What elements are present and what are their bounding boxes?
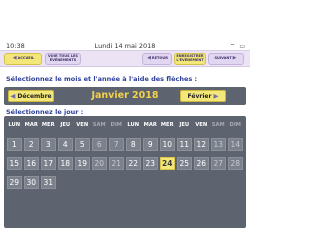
day-cell[interactable]: 23 [142, 157, 158, 170]
day-cell[interactable]: 7 [108, 138, 124, 151]
day-cell[interactable]: 8 [125, 138, 141, 151]
weekday-header: MAR [143, 122, 157, 129]
month-selector: ◀ Décembre Janvier 2018 Février ▶ [4, 87, 246, 105]
view-all-events-button[interactable]: VOIR TOUS LES ÉVÉNEMENTS [45, 53, 81, 65]
status-bar: 10:38 Lundi 14 mai 2018 ⌔ ▭ [0, 41, 250, 51]
day-calendar-grid: LUN MAR MER JEU VEN SAM DIM LUN MAR MER JEU VEN SAM D… [4, 116, 246, 228]
day-cell[interactable]: 3 [40, 138, 56, 151]
day-cell[interactable]: 12 [193, 138, 209, 151]
home-button-label: ACCUEIL [17, 56, 35, 61]
day-cell[interactable]: 28 [227, 157, 243, 170]
weekday-header: JEU [179, 122, 190, 129]
wifi-battery-icon: ⌔ ▭ [229, 43, 246, 50]
day-cell[interactable]: 25 [176, 157, 192, 170]
weekday-header: MAR [24, 122, 38, 129]
day-cell[interactable]: 21 [108, 157, 124, 170]
weekday-header: LUN [8, 122, 21, 129]
day-cell[interactable]: 20 [91, 157, 107, 170]
day-cell[interactable]: 9 [142, 138, 158, 151]
next-arrow-icon: ▶ [232, 55, 237, 62]
weekday-header: VEN [76, 122, 89, 129]
status-date: Lundi 14 mai 2018 [94, 42, 156, 50]
day-cell[interactable]: 17 [40, 157, 56, 170]
weekday-header: MER [160, 122, 174, 129]
next-button-label: SUIVANT [214, 56, 232, 61]
day-cell[interactable]: 30 [23, 176, 39, 189]
day-cell[interactable]: 22 [125, 157, 141, 170]
weekday-header: DIM [110, 122, 122, 129]
day-cell[interactable]: 11 [176, 138, 192, 151]
weekday-header: JEU [60, 122, 71, 129]
save-event-label: ENREGISTRER L'ÉVÉNEMENT [176, 54, 204, 62]
day-cell[interactable]: 19 [74, 157, 90, 170]
weekday-header: SAM [211, 122, 225, 129]
day-cell[interactable]: 18 [57, 157, 73, 170]
day-cell[interactable]: 2 [23, 138, 39, 151]
back-button[interactable]: ◀ RETOUR [142, 53, 172, 65]
day-cell[interactable]: 31 [40, 176, 56, 189]
day-cell[interactable]: 10 [159, 138, 175, 151]
day-cell[interactable]: 13 [210, 138, 226, 151]
back-arrow-icon: ◀ [147, 55, 151, 62]
day-cell[interactable]: 6 [91, 138, 107, 151]
weekday-header: SAM [92, 122, 106, 129]
next-month-button[interactable]: Février ▶ [180, 90, 226, 102]
day-cell[interactable]: 1 [6, 138, 22, 151]
day-cell[interactable]: 5 [74, 138, 90, 151]
view-all-events-label: VOIR TOUS LES ÉVÉNEMENTS [48, 54, 78, 62]
weekday-header: LUN [127, 122, 140, 129]
app-screen: 10:38 Lundi 14 mai 2018 ⌔ ▭ ◀ ACCUEIL VO… [0, 41, 250, 228]
day-cell[interactable]: 14 [227, 138, 243, 151]
day-instruction: Sélectionnez le jour : [6, 108, 84, 116]
next-month-label: Février [187, 92, 212, 100]
weekday-header: DIM [229, 122, 241, 129]
back-button-label: RETOUR [151, 56, 168, 61]
selected-day-cell[interactable]: 24 [159, 157, 175, 170]
toolbar: ◀ ACCUEIL VOIR TOUS LES ÉVÉNEMENTS ◀ RET… [0, 51, 250, 67]
day-cell[interactable]: 15 [6, 157, 22, 170]
weekday-header: VEN [195, 122, 208, 129]
day-cell[interactable]: 4 [57, 138, 73, 151]
home-arrow-icon: ◀ [12, 55, 17, 62]
next-button[interactable]: SUIVANT ▶ [208, 53, 244, 65]
month-instruction: Sélectionnez le mois et l'année à l'aide… [6, 75, 198, 83]
right-arrow-icon: ▶ [213, 92, 219, 100]
day-cell[interactable]: 29 [6, 176, 22, 189]
save-event-button[interactable]: ENREGISTRER L'ÉVÉNEMENT [174, 53, 206, 65]
weekday-header: MER [41, 122, 55, 129]
day-cell[interactable]: 26 [193, 157, 209, 170]
home-button[interactable]: ◀ ACCUEIL [4, 53, 42, 65]
day-cell[interactable]: 27 [210, 157, 226, 170]
day-cell[interactable]: 16 [23, 157, 39, 170]
